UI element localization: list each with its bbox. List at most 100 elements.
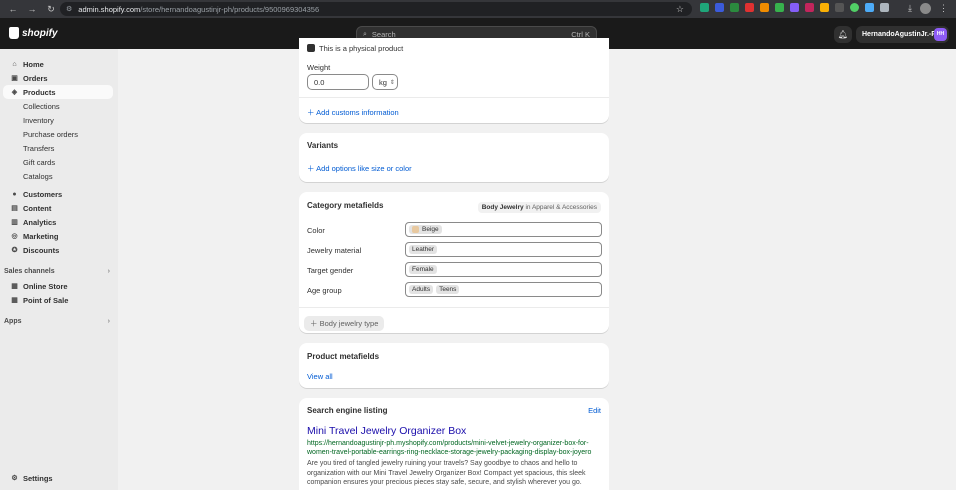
category-metafields-title: Category metafields: [307, 201, 384, 210]
body-jewelry-type-button[interactable]: ＋ Body jewelry type: [304, 316, 385, 331]
chevron-right-icon: ›: [107, 268, 110, 275]
color-label: Color: [307, 226, 325, 235]
extension-icon[interactable]: [790, 3, 799, 12]
extension-icon[interactable]: [700, 3, 709, 12]
person-icon: ●: [12, 190, 17, 198]
back-icon[interactable]: ←: [8, 4, 18, 14]
age-chip: Adults: [409, 285, 434, 294]
orders-icon: ▣: [11, 75, 18, 82]
sidebar-item-products[interactable]: ◈ Products: [3, 85, 113, 99]
weight-value: 0.0: [314, 77, 325, 87]
sidebar-item-label: Point of Sale: [23, 295, 69, 305]
sidebar-item-catalogs[interactable]: Catalogs: [23, 172, 53, 181]
extension-icon[interactable]: [805, 3, 814, 12]
profile-avatar[interactable]: [920, 3, 931, 14]
store-account-menu[interactable]: HernandoAgustinJr.-PH HH: [856, 26, 949, 43]
sidebar-item-discounts[interactable]: ✪ Discounts: [3, 243, 113, 257]
notifications-bell-icon[interactable]: 🔔︎: [834, 26, 852, 43]
weight-unit-select[interactable]: kg ⇕: [372, 74, 398, 90]
product-metafields-title: Product metafields: [307, 352, 380, 361]
divider: [299, 97, 609, 98]
sidebar-item-settings[interactable]: ⚙ Settings: [3, 471, 113, 485]
extension-icon[interactable]: [730, 3, 739, 12]
forward-icon[interactable]: →: [27, 4, 37, 14]
variants-card: Variants ＋ Add options like size or colo…: [299, 133, 609, 182]
extension-icon[interactable]: [865, 3, 874, 12]
apps-heading[interactable]: Apps ›: [4, 318, 112, 325]
shopify-bag-icon: [9, 27, 19, 39]
seo-url: https://hernandoagustinjr-ph.myshopify.c…: [307, 440, 592, 456]
site-info-icon[interactable]: ⚙: [66, 5, 72, 13]
sidebar-item-label: Customers: [23, 189, 63, 199]
reload-icon[interactable]: ↻: [46, 4, 56, 15]
physical-product-checkbox[interactable]: [307, 44, 315, 52]
age-group-field[interactable]: Adults Teens: [405, 282, 602, 297]
address-bar[interactable]: ⚙ admin.shopify.com/store/hernandoagusti…: [60, 2, 692, 16]
shipping-card: This is a physical product Weight 0.0 kg…: [299, 38, 609, 123]
section-label: Sales channels: [4, 268, 55, 275]
category-metafields-card: Category metafields Body Jewelry in Appa…: [299, 192, 609, 333]
sidebar-item-label: Content: [23, 203, 52, 213]
sidebar-item-collections[interactable]: Collections: [23, 102, 60, 111]
sidebar-item-gift-cards[interactable]: Gift cards: [23, 158, 55, 167]
sidebar-item-customers[interactable]: ● Customers: [3, 187, 113, 201]
extension-icon[interactable]: [715, 3, 724, 12]
sidebar-item-marketing[interactable]: ◎ Marketing: [3, 229, 113, 243]
sidebar-item-online-store[interactable]: ▦ Online Store: [3, 279, 113, 293]
browser-menu-icon[interactable]: ⋮: [939, 3, 948, 14]
add-customs-link[interactable]: ＋ Add customs information: [307, 107, 399, 118]
type-button-label: Body jewelry type: [319, 319, 379, 328]
store-avatar: HH: [934, 28, 947, 41]
material-field[interactable]: Leather: [405, 242, 602, 257]
sidebar-item-inventory[interactable]: Inventory: [23, 116, 54, 125]
add-variant-options-link[interactable]: ＋ Add options like size or color: [307, 163, 412, 174]
extension-icon[interactable]: [760, 3, 769, 12]
url-host: admin.shopify.com: [78, 4, 141, 14]
sidebar-item-label: Marketing: [23, 231, 59, 241]
bookmark-star-icon[interactable]: ☆: [676, 4, 684, 15]
category-name: Body Jewelry: [481, 204, 524, 211]
seo-edit-link[interactable]: Edit: [588, 406, 601, 415]
divider: [299, 307, 609, 308]
sidebar-item-home[interactable]: ⌂ Home: [3, 57, 113, 71]
view-all-link[interactable]: View all: [307, 372, 333, 381]
weight-input[interactable]: 0.0: [307, 74, 369, 90]
extension-icon[interactable]: [775, 3, 784, 12]
gear-icon: ⚙: [11, 475, 18, 482]
extension-icon[interactable]: [835, 3, 844, 12]
weight-unit: kg: [379, 77, 387, 87]
extension-icon[interactable]: [820, 3, 829, 12]
section-label: Apps: [4, 318, 22, 325]
gender-chip: Female: [409, 265, 437, 274]
category-parent: in Apparel & Accessories: [525, 204, 597, 211]
seo-title: Search engine listing: [307, 406, 388, 415]
color-field[interactable]: Beige: [405, 222, 602, 237]
puzzle-icon[interactable]: [880, 3, 889, 12]
sidebar-item-purchase-orders[interactable]: Purchase orders: [23, 130, 78, 139]
sidebar-item-transfers[interactable]: Transfers: [23, 144, 54, 153]
sidebar: ⌂ Home ▣ Orders ◈ Products Collections Inve…: [0, 49, 118, 490]
seo-description: Are you tired of tangled jewelry ruining…: [307, 460, 586, 486]
sidebar-item-label: Home: [23, 59, 44, 69]
chevron-right-icon: ›: [107, 318, 110, 325]
sales-channels-heading[interactable]: Sales channels ›: [4, 268, 112, 275]
age-group-label: Age group: [307, 286, 342, 295]
sidebar-item-label: Discounts: [23, 245, 60, 255]
add-options-label: Add options like size or color: [316, 164, 412, 173]
sidebar-item-label: Settings: [23, 473, 53, 483]
gender-label: Target gender: [307, 266, 354, 275]
sidebar-item-label: Products: [23, 87, 56, 97]
shopify-logo[interactable]: shopify: [9, 27, 58, 39]
sidebar-item-point-of-sale[interactable]: ▦ Point of Sale: [3, 293, 113, 307]
sidebar-item-orders[interactable]: ▣ Orders: [3, 71, 113, 85]
gender-field[interactable]: Female: [405, 262, 602, 277]
sidebar-item-analytics[interactable]: ▥ Analytics: [3, 215, 113, 229]
extension-icon[interactable]: [850, 3, 859, 12]
download-icon[interactable]: ⤓: [908, 3, 912, 14]
select-arrows-icon: ⇕: [389, 79, 395, 86]
extension-icon[interactable]: [745, 3, 754, 12]
tag-icon: ◈: [11, 89, 18, 96]
sidebar-item-label: Online Store: [23, 281, 68, 291]
sidebar-item-content[interactable]: ▤ Content: [3, 201, 113, 215]
color-value: Beige: [422, 226, 439, 233]
